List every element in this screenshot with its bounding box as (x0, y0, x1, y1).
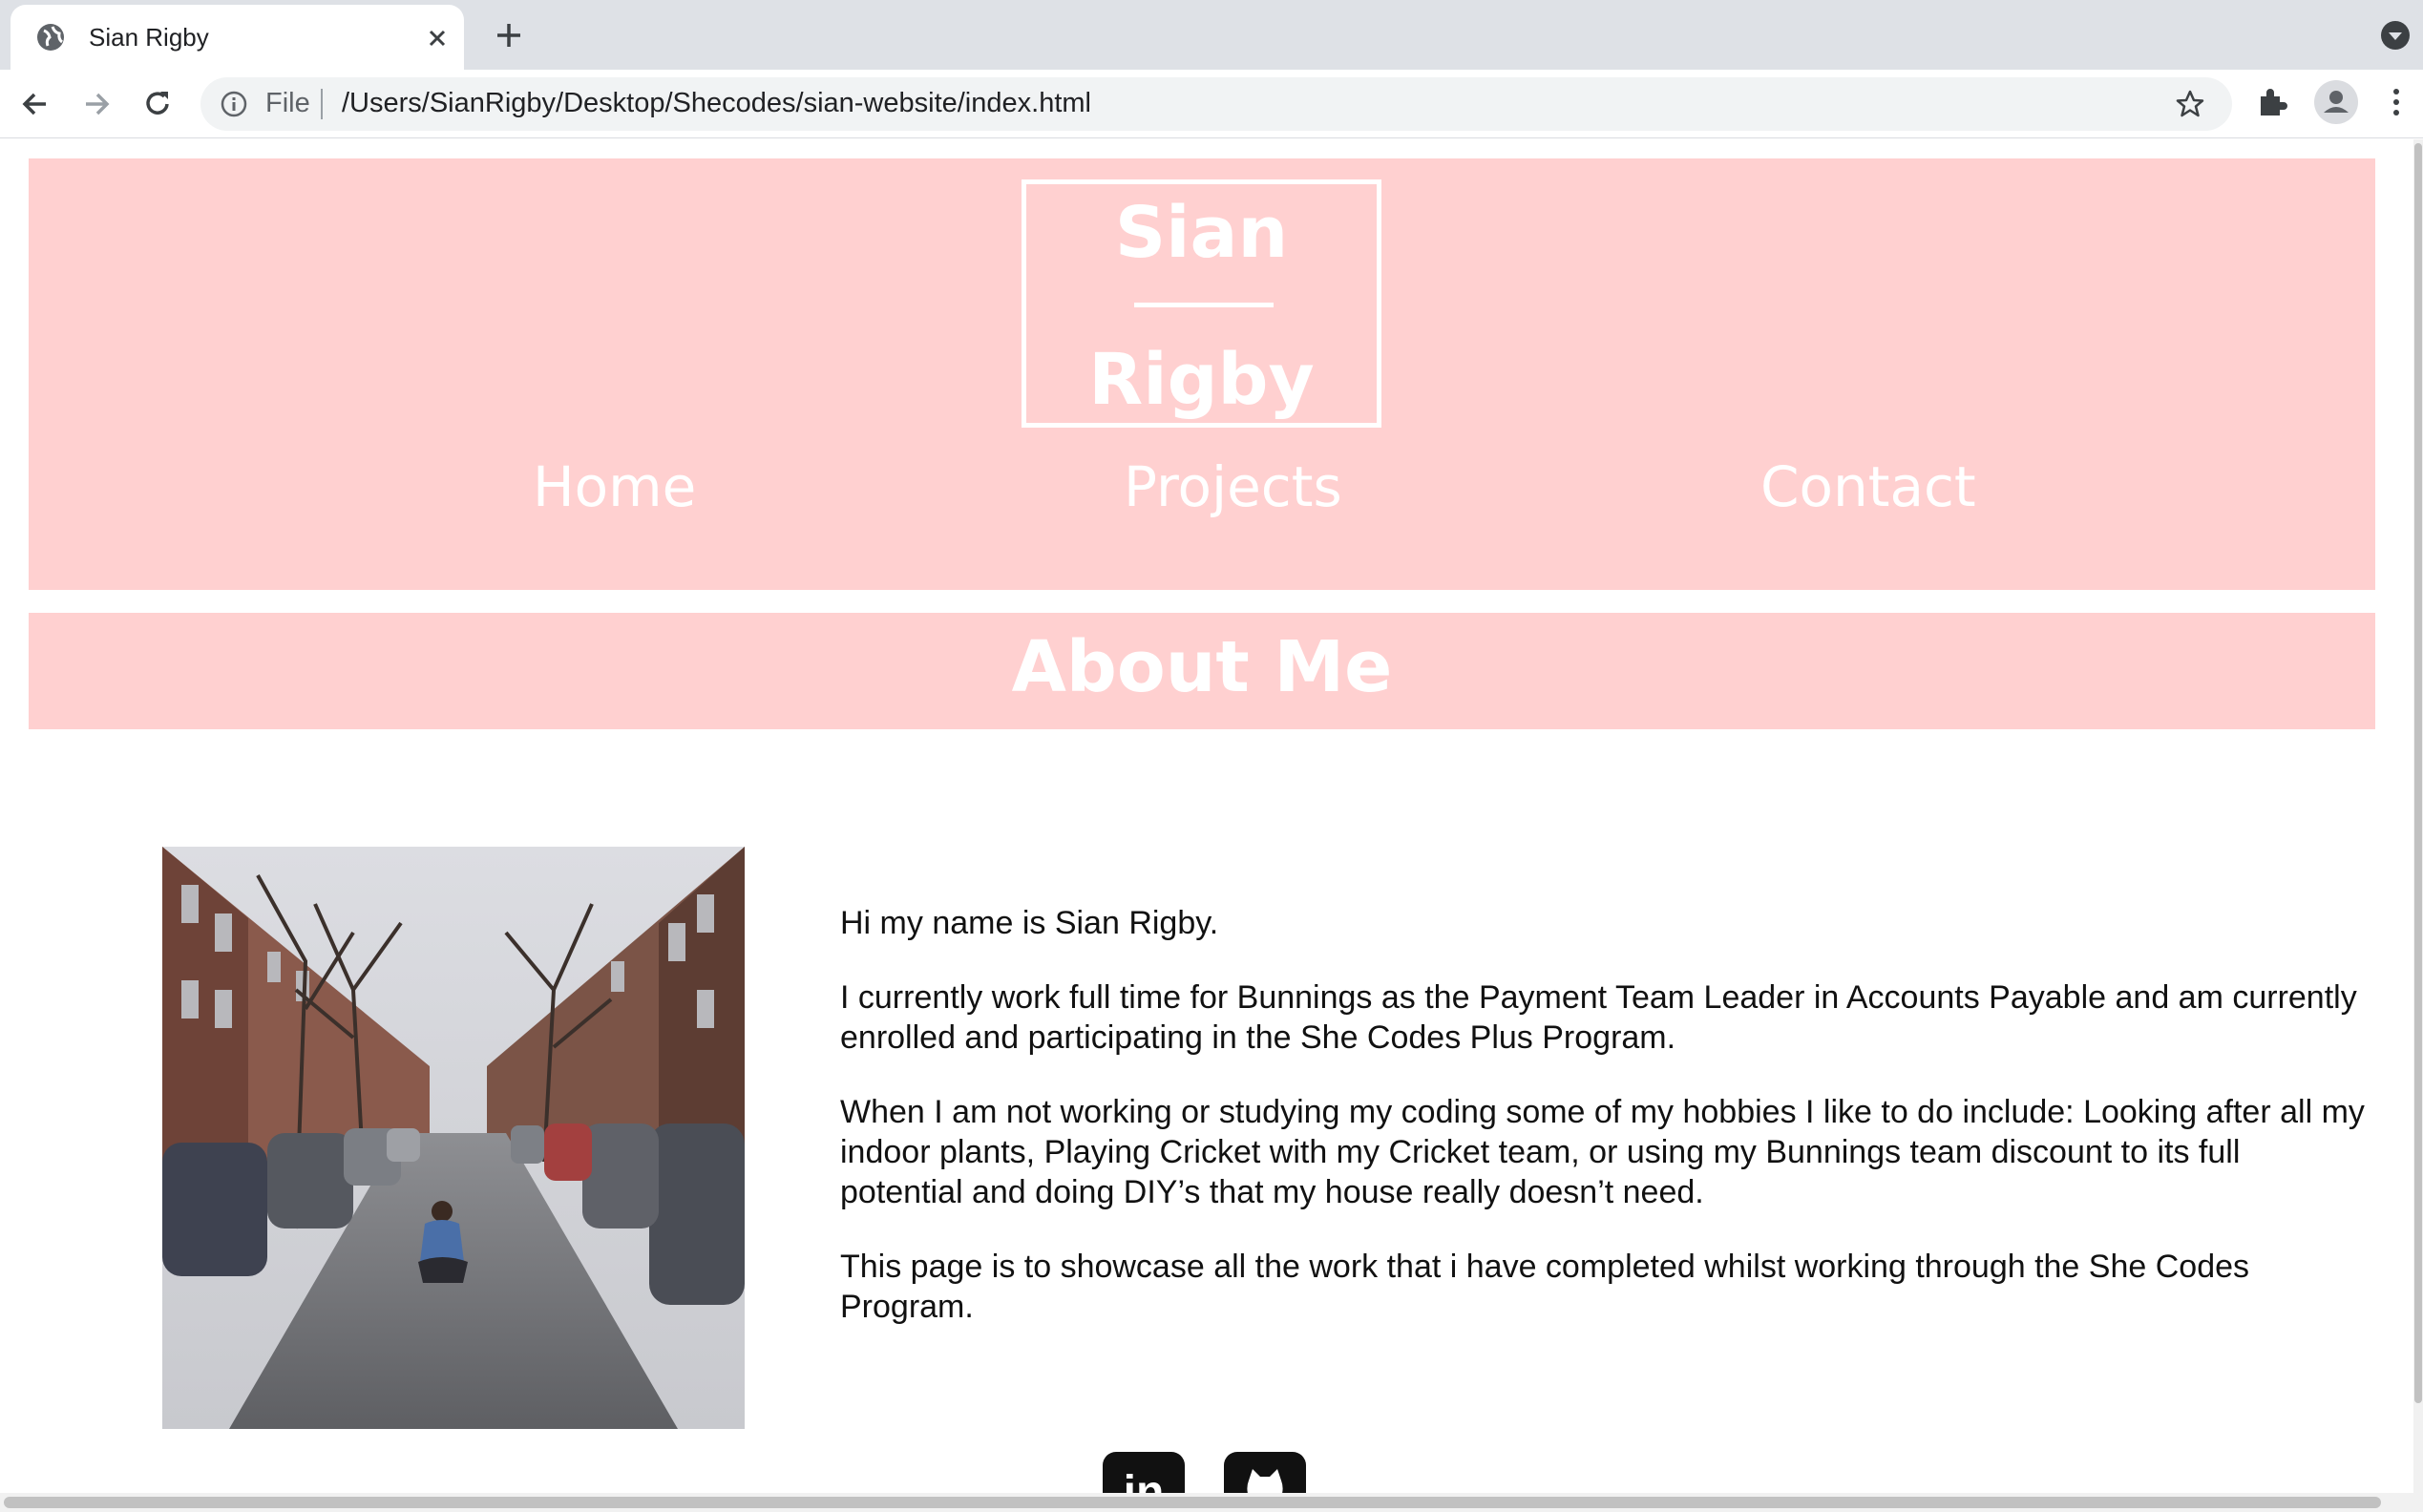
github-glyph (1247, 1469, 1283, 1493)
tab-strip: Sian Rigby (0, 0, 2423, 70)
logo-last-name: Rigby (1088, 339, 1315, 421)
close-icon[interactable] (423, 24, 452, 52)
url-text[interactable]: /Users/SianRigby/Desktop/Shecodes/sian-w… (342, 88, 1091, 119)
reload-icon[interactable] (139, 86, 176, 122)
more-vert-icon[interactable] (2383, 85, 2410, 119)
github-icon[interactable] (1224, 1452, 1306, 1493)
bio-paragraph: This page is to showcase all the work th… (840, 1249, 2250, 1325)
logo-first-name: Sian (1114, 192, 1289, 274)
puzzle-icon[interactable] (2255, 85, 2289, 119)
globe-icon (37, 24, 64, 51)
chevron-down-icon[interactable] (2379, 19, 2412, 52)
url-divider (321, 89, 323, 119)
profile-icon[interactable] (2314, 80, 2358, 124)
browser-toolbar: File /Users/SianRigby/Desktop/Shecodes/s… (0, 70, 2423, 138)
nav-home-link[interactable]: Home (533, 454, 696, 519)
nav-contact-link[interactable]: Contact (1760, 454, 1976, 519)
about-banner: About Me (29, 613, 2375, 729)
address-bar[interactable]: File /Users/SianRigby/Desktop/Shecodes/s… (200, 77, 2232, 131)
back-icon[interactable] (17, 86, 53, 122)
bio-text: Hi my name is Sian Rigby. I currently wo… (840, 903, 2368, 1361)
browser-tab[interactable]: Sian Rigby (11, 5, 464, 70)
about-heading: About Me (1011, 626, 1393, 708)
site-header: Sian Rigby Home Projects Contact (29, 158, 2375, 590)
vertical-scrollbar-thumb[interactable] (2414, 143, 2422, 1403)
tab-title: Sian Rigby (89, 23, 209, 52)
person-icon (2324, 91, 2349, 113)
horizontal-scrollbar-thumb[interactable] (4, 1497, 2381, 1508)
profile-photo (162, 847, 745, 1429)
bio-paragraph: When I am not working or studying my cod… (840, 1094, 2365, 1210)
linkedin-icon[interactable]: in (1103, 1452, 1185, 1493)
url-scheme: File (265, 88, 310, 118)
star-icon[interactable] (2175, 89, 2205, 119)
nav-projects-link[interactable]: Projects (1124, 454, 1342, 519)
page-viewport: Sian Rigby Home Projects Contact About M… (0, 139, 2423, 1493)
info-icon[interactable] (220, 90, 248, 118)
bio-paragraph: I currently work full time for Bunnings … (840, 979, 2357, 1056)
logo-divider (1134, 303, 1274, 307)
forward-icon[interactable] (78, 86, 115, 122)
bio-paragraph: Hi my name is Sian Rigby. (840, 905, 1219, 941)
plus-icon[interactable] (493, 19, 525, 52)
site-logo[interactable]: Sian Rigby (1022, 179, 1381, 428)
